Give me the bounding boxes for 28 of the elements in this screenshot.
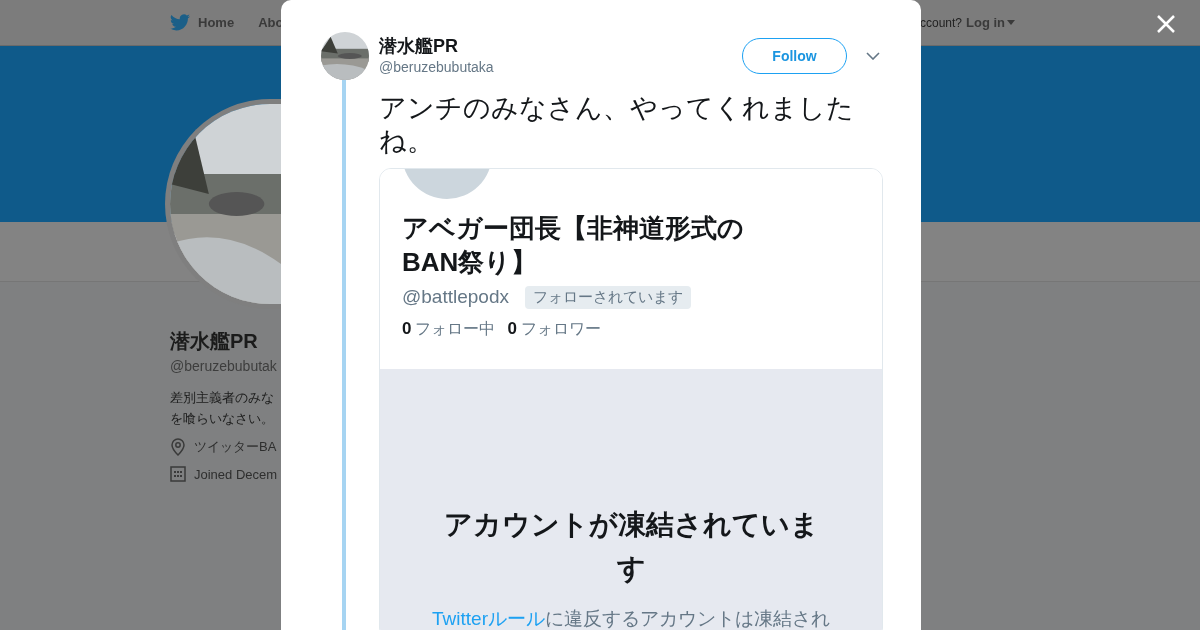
follow-button[interactable]: Follow	[742, 38, 847, 74]
profile-joined-date: Joined Decem	[194, 465, 278, 484]
suspended-title: アカウントが凍結されています	[442, 508, 820, 586]
close-icon[interactable]	[1156, 14, 1176, 34]
chevron-down-icon[interactable]	[866, 52, 880, 60]
author-handle: @beruzebubutaka	[379, 57, 494, 77]
following-label: フォロー中	[415, 318, 496, 339]
profile-name: 潜水艦PR	[170, 329, 259, 354]
location-icon	[170, 437, 186, 456]
profile-bio: 差別主義者のみな を喰らいなさい。	[170, 389, 275, 428]
account-prompt: ccount?	[919, 14, 962, 32]
followers-label: フォロワー	[520, 318, 601, 339]
follows-you-badge: フォローされています	[524, 286, 691, 309]
caret-icon	[1007, 20, 1015, 25]
followers-count: 0	[507, 317, 517, 340]
following-count: 0	[402, 317, 412, 340]
profile-handle: @beruzebubutak	[170, 357, 278, 376]
login-link[interactable]: Log in	[966, 12, 1015, 33]
suspension-notice: Twitterルールに違反するアカウントは凍結され	[431, 607, 831, 630]
rules-link[interactable]: Twitterルール	[432, 608, 545, 629]
author-name: 潜水艦PR	[379, 34, 459, 57]
profile-location: ツイッターBA	[194, 438, 277, 456]
account-name: アベガー団長【非神道形式のBAN祭り】	[402, 212, 745, 279]
tweet-text: アンチのみなさん、やってくれましたね。	[379, 92, 855, 158]
nav-link[interactable]: Home	[170, 12, 235, 33]
calendar-icon	[170, 466, 186, 483]
bird-icon	[170, 14, 190, 31]
account-handle: @battlepodx	[402, 285, 509, 309]
